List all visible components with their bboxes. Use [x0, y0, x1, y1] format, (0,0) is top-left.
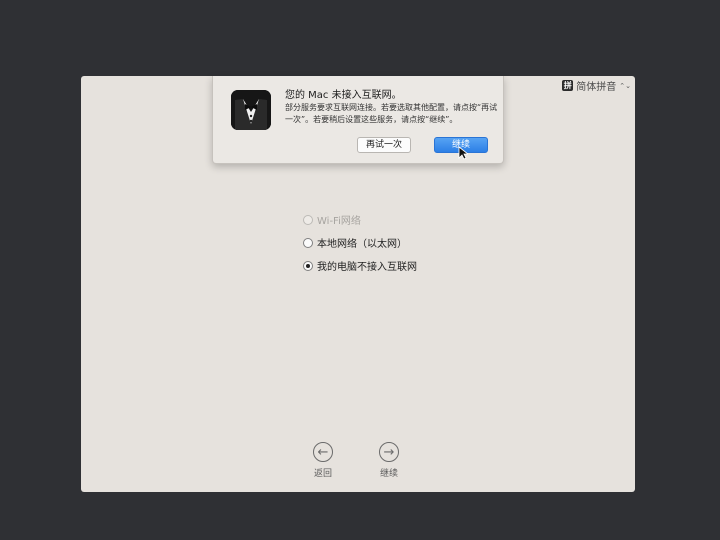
- option-no-internet-label: 我的电脑不接入互联网: [317, 262, 417, 273]
- option-no-internet[interactable]: 我的电脑不接入互联网: [303, 254, 417, 277]
- alert-title: 您的 Mac 未接入互联网。: [285, 90, 402, 101]
- back-button[interactable]: ← 返回: [303, 442, 343, 479]
- mouse-pointer-icon: [458, 146, 468, 160]
- chevron-updown-icon: ⌃⌄: [619, 81, 631, 90]
- network-options: Wi-Fi网络 本地网络（以太网） 我的电脑不接入互联网: [303, 208, 417, 277]
- setup-assistant-tuxedo-icon: [231, 90, 271, 130]
- arrow-right-icon: →: [379, 442, 399, 462]
- retry-button[interactable]: 再试一次: [357, 137, 411, 153]
- option-ethernet-label: 本地网络（以太网）: [317, 239, 407, 250]
- option-wifi-label: Wi-Fi网络: [317, 216, 361, 227]
- input-source-menu[interactable]: 拼 简体拼音 ⌃⌄: [562, 78, 631, 93]
- radio-no-internet[interactable]: [303, 260, 313, 271]
- alert-message: 部分服务要求互联网连接。若要选取其他配置，请点按“再试一次”。若要稍后设置这些服…: [285, 103, 498, 124]
- option-wifi: Wi-Fi网络: [303, 208, 417, 231]
- back-label: 返回: [313, 469, 332, 479]
- arrow-left-icon: ←: [313, 442, 333, 462]
- continue-nav-button[interactable]: → 继续: [369, 442, 409, 479]
- option-ethernet[interactable]: 本地网络（以太网）: [303, 231, 417, 254]
- input-method-icon: 拼: [562, 80, 574, 91]
- radio-wifi: [303, 214, 313, 225]
- input-source-label: 简体拼音: [576, 82, 617, 93]
- continue-nav-label: 继续: [379, 469, 398, 479]
- radio-ethernet[interactable]: [303, 237, 313, 248]
